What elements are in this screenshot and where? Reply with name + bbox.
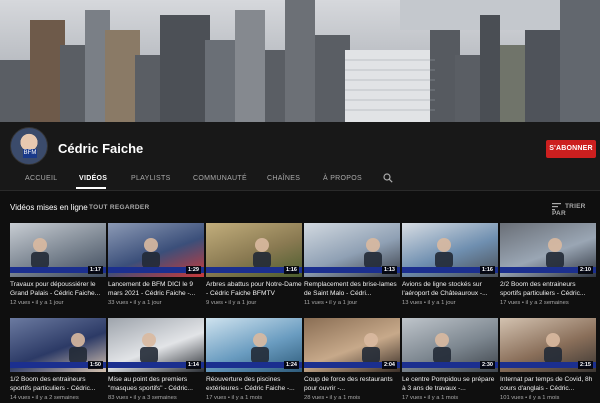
- video-meta: 17 vues • il y a 1 mois: [206, 395, 263, 401]
- video-card[interactable]: 1:13 Remplacement des brise-lames de Sain…: [304, 223, 400, 306]
- video-card[interactable]: 1:29 Lancement de BFM DICI le 9 mars 2021…: [108, 223, 204, 306]
- video-title[interactable]: Coup de force des restaurants pour ouvri…: [304, 376, 400, 393]
- video-title[interactable]: Internat par temps de Covid, 8h cours d'…: [500, 376, 596, 393]
- channel-banner: [0, 0, 600, 122]
- video-meta: 17 vues • il y a 2 semaines: [500, 300, 569, 306]
- tab-playlists[interactable]: PLAYLISTS: [131, 175, 171, 182]
- section-title: Vidéos mises en ligne: [10, 203, 88, 212]
- tab-a-propos[interactable]: À PROPOS: [323, 175, 362, 182]
- video-thumbnail[interactable]: 1:16: [206, 223, 302, 277]
- video-meta: 9 vues • il y a 1 jour: [206, 300, 257, 306]
- video-duration: 1:24: [283, 361, 299, 369]
- video-card[interactable]: 1:16 Arbres abattus pour Notre-Dame - Céd…: [206, 223, 302, 306]
- video-card[interactable]: 2:15 Internat par temps de Covid, 8h cour…: [500, 318, 596, 401]
- video-title[interactable]: Avions de ligne stockés sur l'aéroport d…: [402, 281, 498, 298]
- video-thumbnail[interactable]: 2:04: [304, 318, 400, 372]
- video-title[interactable]: 2/2 Boom des entraineurs sportifs partic…: [500, 281, 596, 298]
- video-duration: 2:10: [577, 266, 593, 274]
- video-meta: 11 vues • il y a 1 jour: [304, 300, 358, 306]
- search-icon[interactable]: [383, 173, 393, 183]
- video-duration: 1:16: [283, 266, 299, 274]
- video-title[interactable]: 1/2 Boom des entraineurs sportifs partic…: [10, 376, 106, 393]
- video-title[interactable]: Le centre Pompidou se prépare à 3 ans de…: [402, 376, 498, 393]
- video-duration: 2:30: [479, 361, 495, 369]
- video-title[interactable]: Remplacement des brise-lames de Saint Ma…: [304, 281, 400, 298]
- video-thumbnail[interactable]: 1:14: [108, 318, 204, 372]
- video-thumbnail[interactable]: 1:24: [206, 318, 302, 372]
- video-meta: 14 vues • il y a 2 semaines: [10, 395, 79, 401]
- video-duration: 1:50: [87, 361, 103, 369]
- video-duration: 1:29: [185, 266, 201, 274]
- subscribe-button[interactable]: S'ABONNER: [546, 140, 596, 158]
- video-duration: 1:13: [381, 266, 397, 274]
- video-thumbnail[interactable]: 1:50: [10, 318, 106, 372]
- video-thumbnail[interactable]: 2:30: [402, 318, 498, 372]
- video-meta: 12 vues • il y a 1 jour: [10, 300, 64, 306]
- video-meta: 28 vues • il y a 1 mois: [304, 395, 361, 401]
- video-thumbnail[interactable]: 2:15: [500, 318, 596, 372]
- video-thumbnail[interactable]: 1:16: [402, 223, 498, 277]
- video-thumbnail[interactable]: 1:13: [304, 223, 400, 277]
- active-tab-indicator: [76, 187, 106, 189]
- sort-icon: [552, 203, 561, 210]
- video-meta: 83 vues • il y a 3 semaines: [108, 395, 177, 401]
- tab-accueil[interactable]: ACCUEIL: [25, 175, 57, 182]
- video-card[interactable]: 2:04 Coup de force des restaurants pour o…: [304, 318, 400, 401]
- video-meta: 101 vues • il y a 1 mois: [500, 395, 560, 401]
- video-thumbnail[interactable]: 2:10: [500, 223, 596, 277]
- video-duration: 1:14: [185, 361, 201, 369]
- sort-button[interactable]: TRIER PAR: [552, 203, 600, 217]
- tab-communaute[interactable]: COMMUNAUTÉ: [193, 175, 247, 182]
- video-title[interactable]: Réouverture des piscines extérieures - C…: [206, 376, 302, 393]
- video-thumbnail[interactable]: 1:29: [108, 223, 204, 277]
- video-meta: 17 vues • il y a 1 mois: [402, 395, 459, 401]
- video-meta: 13 vues • il y a 1 jour: [402, 300, 456, 306]
- channel-name: Cédric Faiche: [58, 141, 144, 156]
- avatar-badge: BFM: [23, 149, 37, 158]
- video-title[interactable]: Arbres abattus pour Notre-Dame - Cédric …: [206, 281, 302, 298]
- city-skyline-image: [0, 0, 600, 122]
- tab-videos[interactable]: VIDÉOS: [79, 175, 107, 182]
- video-meta: 33 vues • il y a 1 jour: [108, 300, 162, 306]
- channel-avatar[interactable]: BFM: [10, 127, 48, 165]
- video-card[interactable]: 1:24 Réouverture des piscines extérieures…: [206, 318, 302, 401]
- video-duration: 2:15: [577, 361, 593, 369]
- video-duration: 1:16: [479, 266, 495, 274]
- see-all-link[interactable]: TOUT REGARDER: [89, 204, 149, 211]
- video-card[interactable]: 2:10 2/2 Boom des entraineurs sportifs pa…: [500, 223, 596, 306]
- video-title[interactable]: Mise au point des premiers "masques spor…: [108, 376, 204, 393]
- video-card[interactable]: 1:16 Avions de ligne stockés sur l'aéropo…: [402, 223, 498, 306]
- video-duration: 1:17: [87, 266, 103, 274]
- video-duration: 2:04: [381, 361, 397, 369]
- video-title[interactable]: Travaux pour dépoussiérer le Grand Palai…: [10, 281, 106, 298]
- video-card[interactable]: 1:14 Mise au point des premiers "masques …: [108, 318, 204, 401]
- video-card[interactable]: 1:50 1/2 Boom des entraineurs sportifs pa…: [10, 318, 106, 401]
- video-card[interactable]: 2:30 Le centre Pompidou se prépare à 3 an…: [402, 318, 498, 401]
- tab-chaines[interactable]: CHAÎNES: [267, 175, 300, 182]
- video-card[interactable]: 1:17 Travaux pour dépoussiérer le Grand P…: [10, 223, 106, 306]
- video-thumbnail[interactable]: 1:17: [10, 223, 106, 277]
- video-title[interactable]: Lancement de BFM DICI le 9 mars 2021 - C…: [108, 281, 204, 298]
